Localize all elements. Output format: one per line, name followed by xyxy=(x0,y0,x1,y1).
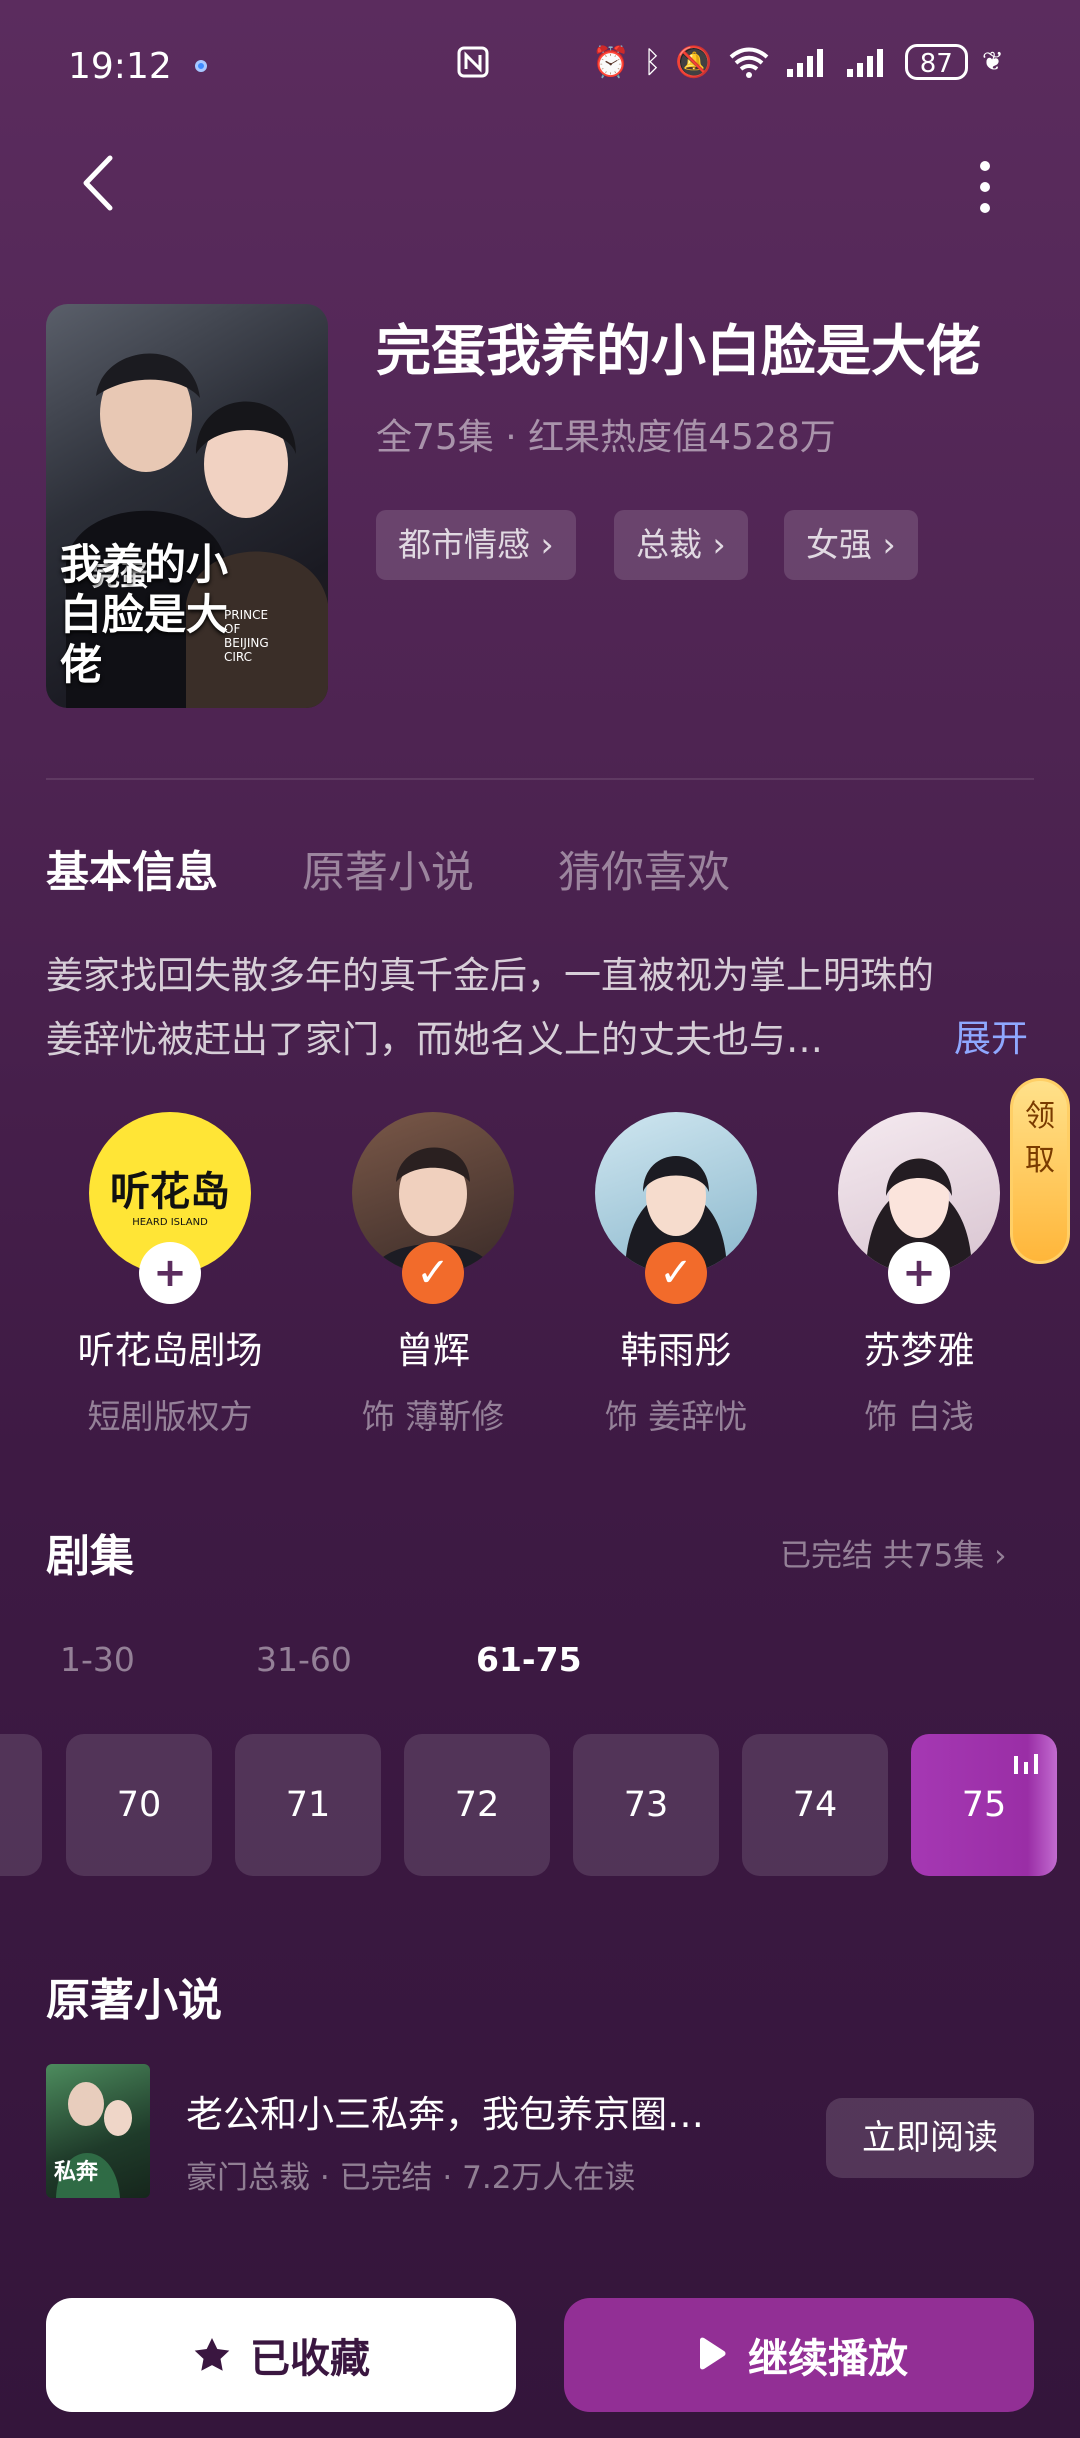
range-tab[interactable]: 1-30 xyxy=(60,1640,135,1679)
more-options-button[interactable] xyxy=(960,152,1010,222)
signal-icon xyxy=(786,49,823,77)
follow-plus-icon[interactable]: + xyxy=(139,1242,201,1304)
divider xyxy=(46,778,1034,780)
episode-button-partial[interactable] xyxy=(0,1734,42,1876)
novel-section-title: 原著小说 xyxy=(46,1975,222,2026)
tag-urban-romance[interactable]: 都市情感 › xyxy=(376,510,576,580)
favorite-label: 已收藏 xyxy=(250,2336,370,2382)
cast-name: 曾辉 xyxy=(396,1329,470,1372)
episode-button[interactable]: 72 xyxy=(404,1734,550,1876)
tab-basic-info[interactable]: 基本信息 xyxy=(46,838,218,900)
drama-title: 完蛋我养的小白脸是大佬 xyxy=(376,319,982,383)
read-now-button[interactable]: 立即阅读 xyxy=(826,2098,1034,2178)
novel-meta: 豪门总裁 · 已完结 · 7.2万人在读 xyxy=(186,2160,636,2196)
followed-check-icon[interactable]: ✓ xyxy=(645,1242,707,1304)
more-vertical-icon xyxy=(980,161,990,213)
playing-equalizer-icon xyxy=(1012,1752,1040,1784)
novel-cover[interactable]: 私奔 xyxy=(46,2064,150,2198)
drama-meta: 全75集 · 红果热度值4528万 xyxy=(376,417,836,458)
continue-play-button[interactable]: 继续播放 xyxy=(564,2298,1034,2412)
play-label: 继续播放 xyxy=(748,2336,908,2382)
follow-plus-icon[interactable]: + xyxy=(888,1242,950,1304)
cast-name: 听花岛剧场 xyxy=(77,1329,263,1372)
play-icon xyxy=(700,2337,726,2370)
alarm-icon: ⏰ xyxy=(592,44,630,80)
studio-logo-subtext: HEARD ISLAND xyxy=(132,1216,208,1228)
leaf-icon: ❦ xyxy=(981,47,1004,77)
drama-poster[interactable]: 完蛋 我养的小白脸是大佬 PRINCE OF BEIJING CIRC xyxy=(46,304,328,708)
reward-claim-button[interactable]: 领取 xyxy=(1010,1078,1070,1264)
cast-name: 韩雨彤 xyxy=(620,1329,732,1372)
nfc-icon xyxy=(455,44,491,80)
tab-original-novel[interactable]: 原著小说 xyxy=(302,838,474,900)
tab-recommendations[interactable]: 猜你喜欢 xyxy=(558,838,730,900)
cast-role: 饰 白浅 xyxy=(864,1397,974,1436)
bluetooth-icon: ᛒ xyxy=(643,44,662,80)
cast-name: 苏梦雅 xyxy=(863,1329,975,1372)
back-button[interactable] xyxy=(70,150,130,216)
episode-button[interactable]: 73 xyxy=(573,1734,719,1876)
cast-role: 饰 姜辞忧 xyxy=(604,1397,748,1436)
studio-logo-text: 听花岛 xyxy=(110,1168,230,1215)
episode-button[interactable]: 70 xyxy=(66,1734,212,1876)
range-tab[interactable]: 31-60 xyxy=(256,1640,352,1679)
tag-ceo[interactable]: 总裁 › xyxy=(614,510,748,580)
range-tab-active[interactable]: 61-75 xyxy=(476,1640,582,1679)
expand-link[interactable]: 展开 xyxy=(954,1008,1028,1062)
episode-button[interactable]: 74 xyxy=(742,1734,888,1876)
signal-icon-2 xyxy=(846,49,883,77)
cast-role: 短剧版权方 xyxy=(87,1397,253,1436)
wifi-icon xyxy=(729,47,769,78)
bell-mute-icon: 🔕 xyxy=(675,44,713,80)
status-time: 19:12 xyxy=(68,46,172,87)
novel-title[interactable]: 老公和小三私奔，我包养京圈… xyxy=(186,2084,704,2138)
cast-role: 饰 薄靳修 xyxy=(361,1397,505,1436)
battery-indicator: 87 xyxy=(904,44,968,80)
episode-button[interactable]: 71 xyxy=(235,1734,381,1876)
episodes-title: 剧集 xyxy=(46,1531,134,1582)
novel-cover-text: 私奔 xyxy=(54,2159,99,2185)
chevron-left-icon xyxy=(83,155,113,211)
system-status-icons: ⏰ ᛒ 🔕 87 ❦ xyxy=(592,44,1004,80)
location-indicator-icon xyxy=(195,60,207,72)
tag-strong-heroine[interactable]: 女强 › xyxy=(784,510,918,580)
favorite-button[interactable]: 已收藏 xyxy=(46,2298,516,2412)
star-icon xyxy=(194,2338,230,2371)
followed-check-icon[interactable]: ✓ xyxy=(402,1242,464,1304)
drama-description: 姜家找回失散多年的真千金后，一直被视为掌上明珠的姜辞忧被赶出了家门，而她名义上的… xyxy=(46,954,934,1061)
episodes-status-link[interactable]: 已完结 共75集 › xyxy=(780,1530,1007,1575)
poster-subtitle: PRINCE OF BEIJING CIRC xyxy=(224,608,269,664)
